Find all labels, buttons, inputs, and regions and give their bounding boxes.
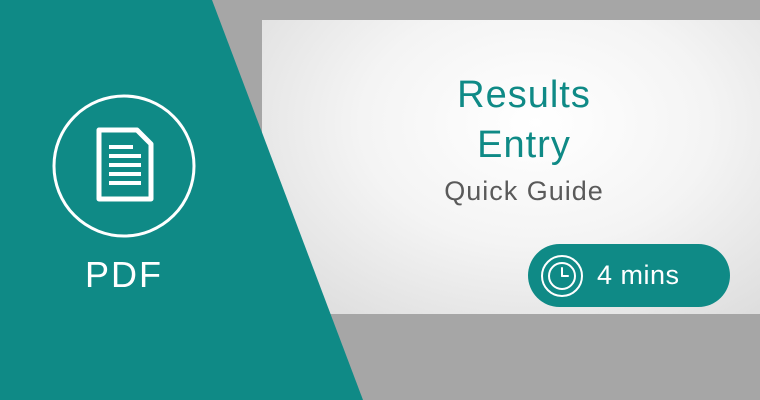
document-icon — [52, 94, 196, 238]
duration-label: 4 mins — [597, 260, 680, 290]
subtitle: Quick Guide — [444, 176, 604, 206]
title-line-2: Entry — [477, 124, 571, 166]
clock-icon — [541, 254, 583, 297]
title-line-1: Results — [457, 74, 591, 116]
format-label: PDF — [85, 254, 163, 295]
duration-badge: 4 mins — [528, 244, 730, 307]
